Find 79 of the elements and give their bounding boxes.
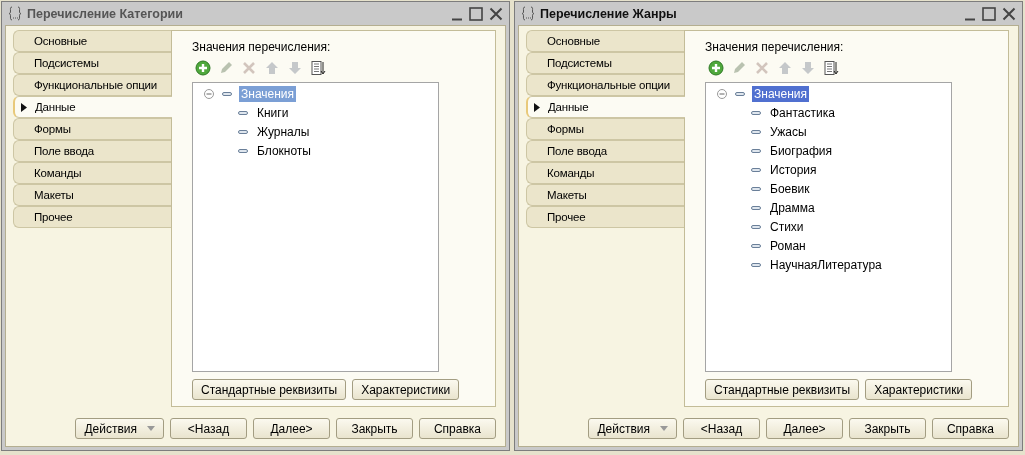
tree-item[interactable]: Драмма xyxy=(768,199,817,216)
enum-value-icon xyxy=(751,148,761,153)
list-sort-icon[interactable] xyxy=(823,60,839,76)
tab[interactable]: Данные xyxy=(526,96,685,118)
tab[interactable]: Подсистемы xyxy=(13,52,171,74)
enum-value-icon xyxy=(751,262,761,267)
window-icon xyxy=(8,6,22,21)
enum-value-icon xyxy=(751,129,761,134)
window-icon xyxy=(521,6,535,21)
tree-item[interactable]: Ужасы xyxy=(768,123,809,140)
enum-value-icon xyxy=(751,186,761,191)
add-icon[interactable] xyxy=(708,60,724,76)
tree-item[interactable]: Фантастика xyxy=(768,104,837,121)
tab[interactable]: Поле ввода xyxy=(13,140,171,162)
tab[interactable]: Данные xyxy=(13,96,172,118)
panel-button[interactable]: Стандартные реквизиты xyxy=(705,379,860,400)
tree-item[interactable]: Роман xyxy=(768,237,808,254)
enum-value-icon xyxy=(751,110,761,115)
actions-button[interactable]: Действия xyxy=(588,418,677,439)
dialog-button[interactable]: Закрыть xyxy=(849,418,926,439)
enum-value-icon xyxy=(735,91,745,96)
dialog-button[interactable]: Справка xyxy=(419,418,496,439)
enum-value-icon xyxy=(238,148,248,153)
enum-value-icon xyxy=(751,243,761,248)
enum-value-icon xyxy=(751,167,761,172)
tree-item[interactable]: Боевик xyxy=(768,180,812,197)
panel-button[interactable]: Характеристики xyxy=(865,379,973,400)
selected-tab-marker-icon xyxy=(21,103,27,112)
panel-button[interactable]: Стандартные реквизиты xyxy=(192,379,347,400)
tree-item[interactable]: Журналы xyxy=(255,123,312,140)
tab[interactable]: Команды xyxy=(526,162,684,184)
collapse-icon[interactable] xyxy=(717,88,727,99)
tree-item[interactable]: Значения xyxy=(752,85,810,102)
tab[interactable]: Команды xyxy=(13,162,171,184)
enum-value-icon xyxy=(238,110,248,115)
tab[interactable]: Поле ввода xyxy=(526,140,684,162)
collapse-icon[interactable] xyxy=(204,88,214,99)
tab[interactable]: Основные xyxy=(526,30,684,52)
close-icon[interactable] xyxy=(1002,6,1016,21)
enum-value-icon xyxy=(238,129,248,134)
enum-value-icon xyxy=(222,91,232,96)
dialog-button[interactable]: Закрыть xyxy=(336,418,413,439)
tab[interactable]: Функциональные опции xyxy=(13,74,171,96)
enum-value-icon xyxy=(751,224,761,229)
tab[interactable]: Прочее xyxy=(13,206,171,228)
dialog-button[interactable]: Далее> xyxy=(766,418,843,439)
enum-value-icon xyxy=(751,205,761,210)
tab[interactable]: Макеты xyxy=(13,184,171,206)
caret-icon xyxy=(660,426,668,431)
list-label: Значения перечисления: xyxy=(705,40,845,54)
tree-item[interactable]: Книги xyxy=(255,104,291,121)
tab[interactable]: Функциональные опции xyxy=(526,74,684,96)
maximize-icon[interactable] xyxy=(469,6,483,21)
selected-tab-marker-icon xyxy=(534,103,540,112)
list-label: Значения перечисления: xyxy=(192,40,332,54)
tab[interactable]: Подсистемы xyxy=(526,52,684,74)
list-sort-icon[interactable] xyxy=(310,60,326,76)
close-icon[interactable] xyxy=(489,6,503,21)
window-title: Перечисление Жанры xyxy=(540,6,678,21)
tab[interactable]: Основные xyxy=(13,30,171,52)
maximize-icon[interactable] xyxy=(982,6,996,21)
tree-item[interactable]: Блокноты xyxy=(255,142,313,159)
caret-icon xyxy=(147,426,155,431)
window-title: Перечисление Категории xyxy=(27,6,184,21)
tree-item[interactable]: НаучнаяЛитература xyxy=(768,256,884,273)
dialog-button[interactable]: Справка xyxy=(932,418,1009,439)
dialog-button[interactable]: <Назад xyxy=(683,418,760,439)
tree-item[interactable]: Стихи xyxy=(768,218,806,235)
tab[interactable]: Макеты xyxy=(526,184,684,206)
tab[interactable]: Формы xyxy=(526,118,684,140)
dialog-button[interactable]: <Назад xyxy=(170,418,247,439)
add-icon[interactable] xyxy=(195,60,211,76)
tab[interactable]: Прочее xyxy=(526,206,684,228)
tab[interactable]: Формы xyxy=(13,118,171,140)
tree-item[interactable]: Биография xyxy=(768,142,835,159)
panel-button[interactable]: Характеристики xyxy=(352,379,460,400)
actions-button[interactable]: Действия xyxy=(75,418,164,439)
tree-item[interactable]: История xyxy=(768,161,819,178)
dialog-button[interactable]: Далее> xyxy=(253,418,330,439)
